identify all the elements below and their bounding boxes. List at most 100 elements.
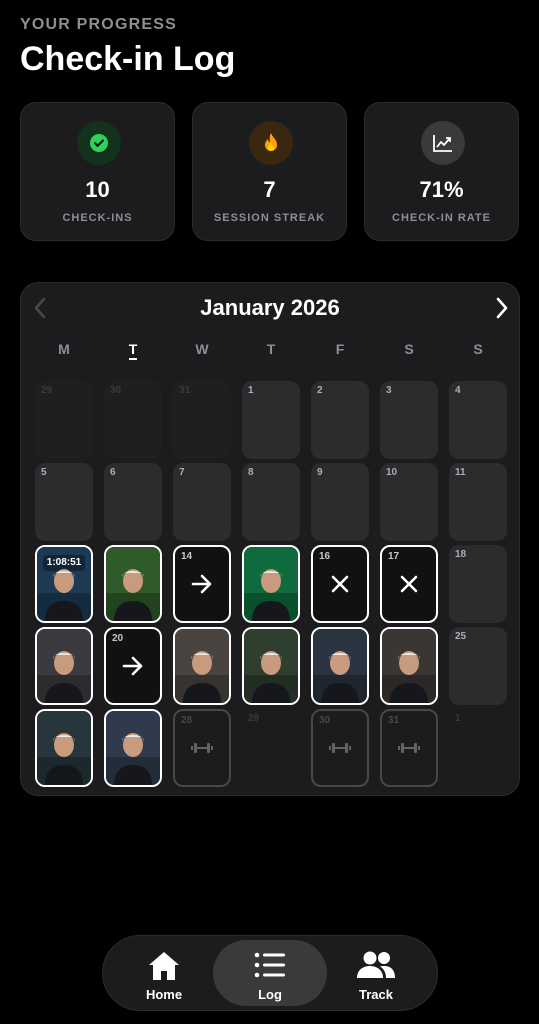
- day-number: 25: [455, 631, 467, 642]
- calendar-day-empty[interactable]: 5: [35, 463, 93, 541]
- dumbbell-icon: [313, 711, 367, 785]
- checkin-photo: [382, 629, 436, 703]
- tab-track[interactable]: Track: [319, 940, 433, 1006]
- calendar-grid: 29 30 31 1 2 3 4 5 6 7 8 9 10 11 1:08:51 14 16 17 18 20 25 28…: [35, 381, 507, 787]
- calendar-day-empty[interactable]: 6: [104, 463, 162, 541]
- stats-row: 10 CHECK-INS 7 SESSION STREAK 71% CHECK-…: [20, 102, 520, 241]
- calendar-day-photo[interactable]: [104, 545, 162, 623]
- weekday-text: S: [404, 341, 414, 357]
- stat-value: 71%: [419, 177, 464, 202]
- calendar-day-empty[interactable]: 9: [311, 463, 369, 541]
- weekday-text: W: [195, 341, 209, 357]
- calendar-day-missed[interactable]: 16: [311, 545, 369, 623]
- calendar-day-photo[interactable]: [35, 627, 93, 705]
- tab-label: Log: [258, 987, 282, 1002]
- stat-value: 7: [263, 177, 276, 202]
- close-icon: [313, 547, 367, 621]
- stat-value: 10: [85, 177, 110, 202]
- tab-bar: Home Log Track: [102, 935, 438, 1011]
- weekday-text: S: [473, 341, 483, 357]
- trend-chart-icon: [421, 121, 465, 165]
- checkin-photo: [37, 629, 91, 703]
- day-number: 29: [248, 713, 260, 724]
- next-month-button[interactable]: [487, 293, 517, 323]
- calendar-day-empty[interactable]: 7: [173, 463, 231, 541]
- chevron-right-icon: [496, 297, 508, 319]
- calendar-day-photo[interactable]: [242, 627, 300, 705]
- checkin-photo: [106, 547, 160, 621]
- checkin-photo: [106, 711, 160, 785]
- checkin-photo: [175, 629, 229, 703]
- day-number: 6: [110, 467, 116, 478]
- checkin-photo: [244, 629, 298, 703]
- calendar-day-empty[interactable]: 8: [242, 463, 300, 541]
- weekday-header: MTWTFSS: [35, 341, 507, 361]
- calendar-day-empty[interactable]: 2: [311, 381, 369, 459]
- tab-label: Track: [359, 987, 393, 1002]
- day-number: 10: [386, 467, 398, 478]
- arrow-right-icon: [175, 547, 229, 621]
- day-number: 1: [248, 385, 254, 396]
- calendar-day-empty[interactable]: 25: [449, 627, 507, 705]
- calendar-day-photo[interactable]: 1:08:51: [35, 545, 93, 623]
- calendar-day-planned[interactable]: 31: [380, 709, 438, 787]
- calendar-day-photo[interactable]: [35, 709, 93, 787]
- day-number: 4: [455, 385, 461, 396]
- weekday-text: T: [128, 341, 138, 360]
- calendar-day-out: 29: [35, 381, 93, 459]
- calendar-day-empty[interactable]: 1: [242, 381, 300, 459]
- day-number: 7: [179, 467, 185, 478]
- checkin-photo: [313, 629, 367, 703]
- day-number: 31: [179, 385, 191, 396]
- weekday-label: T: [104, 341, 162, 360]
- calendar-day-empty[interactable]: 18: [449, 545, 507, 623]
- day-number: 29: [41, 385, 53, 396]
- calendar-day-blank: 1: [449, 709, 507, 787]
- calendar-day-missed[interactable]: 17: [380, 545, 438, 623]
- calendar-day-empty[interactable]: 4: [449, 381, 507, 459]
- calendar-card: January 2026 MTWTFSS 29 30 31 1 2 3 4 5 6 7 8 9 10 11…: [20, 282, 520, 796]
- checkin-photo: [244, 547, 298, 621]
- stat-label: CHECK-INS: [62, 212, 133, 224]
- calendar-day-empty[interactable]: 10: [380, 463, 438, 541]
- calendar-day-planned[interactable]: 30: [311, 709, 369, 787]
- day-number: 11: [455, 467, 466, 478]
- day-number: 3: [386, 385, 392, 396]
- calendar-day-photo[interactable]: [173, 627, 231, 705]
- weekday-label: M: [35, 341, 93, 357]
- day-number: 30: [110, 385, 122, 396]
- calendar-day-photo[interactable]: [311, 627, 369, 705]
- dumbbell-icon: [382, 711, 436, 785]
- day-number: 2: [317, 385, 323, 396]
- stat-card-rate: 71% CHECK-IN RATE: [364, 102, 519, 241]
- tab-log[interactable]: Log: [213, 940, 327, 1006]
- stat-card-streak: 7 SESSION STREAK: [192, 102, 347, 241]
- arrow-right-icon: [106, 629, 160, 703]
- weekday-label: T: [242, 341, 300, 357]
- tab-home[interactable]: Home: [107, 940, 221, 1006]
- day-number: 9: [317, 467, 323, 478]
- calendar-day-empty[interactable]: 11: [449, 463, 507, 541]
- calendar-day-empty[interactable]: 3: [380, 381, 438, 459]
- calendar-day-rest[interactable]: 14: [173, 545, 231, 623]
- calendar-day-photo[interactable]: [242, 545, 300, 623]
- day-number: 18: [455, 549, 467, 560]
- close-icon: [382, 547, 436, 621]
- weekday-text: T: [266, 341, 276, 357]
- calendar-day-photo[interactable]: [104, 709, 162, 787]
- calendar-day-blank: 29: [242, 709, 300, 787]
- calendar-day-rest[interactable]: 20: [104, 627, 162, 705]
- dumbbell-icon: [175, 711, 229, 785]
- weekday-label: F: [311, 341, 369, 357]
- calendar-day-out: 31: [173, 381, 231, 459]
- home-icon: [107, 950, 221, 982]
- stat-label: CHECK-IN RATE: [392, 212, 491, 224]
- calendar-day-out: 30: [104, 381, 162, 459]
- stat-label: SESSION STREAK: [213, 212, 326, 224]
- check-circle-icon: [77, 121, 121, 165]
- calendar-day-photo[interactable]: [380, 627, 438, 705]
- calendar-day-planned[interactable]: 28: [173, 709, 231, 787]
- weekday-text: F: [335, 341, 345, 357]
- flame-icon: [249, 121, 293, 165]
- day-number: 1: [455, 713, 461, 724]
